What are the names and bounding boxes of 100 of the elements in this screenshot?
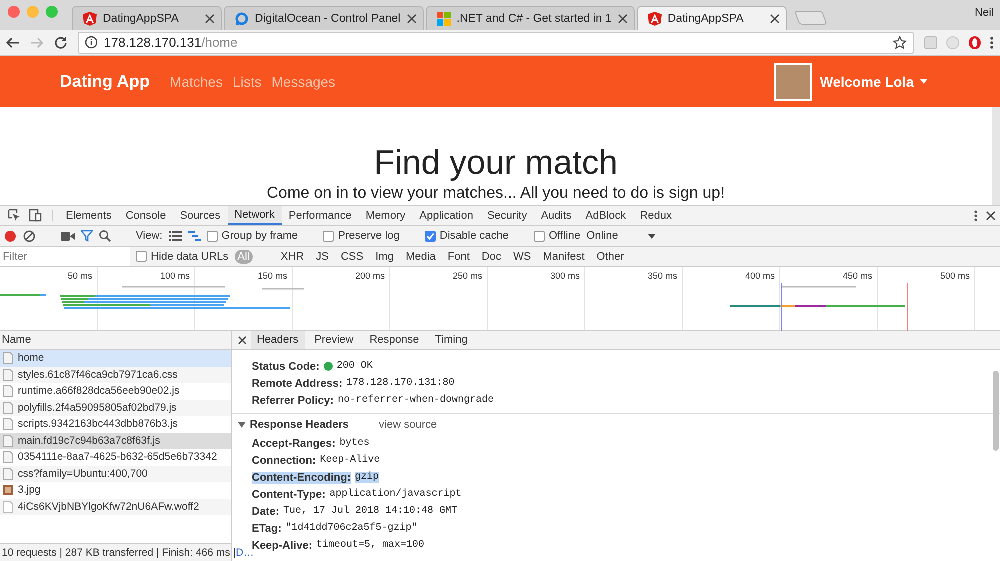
browser-tab[interactable]: DatingAppSPA [636, 6, 787, 30]
panel-tab[interactable]: Performance [282, 206, 359, 225]
checkbox-option[interactable]: Disable cache [424, 230, 509, 242]
type-filter-button[interactable]: JS [313, 250, 332, 264]
header-name: Status Code: [252, 360, 320, 372]
more-icon[interactable] [974, 210, 978, 222]
checkmark-icon [426, 232, 435, 240]
filter-field[interactable]: Filter [0, 247, 130, 266]
panel-tab[interactable]: Network [228, 206, 282, 225]
close-icon[interactable] [205, 14, 215, 24]
request-row[interactable]: runtime.a66f828dca56eeb90e02.js [0, 383, 231, 400]
image-thumbnail-icon [3, 484, 13, 496]
request-row[interactable]: scripts.9342163bc443dbb876b3.js [0, 416, 231, 432]
header-value: gzip [354, 472, 379, 483]
panel-tab[interactable]: Memory [358, 206, 413, 225]
inspect-icon[interactable] [8, 209, 21, 222]
type-filter-button[interactable]: Img [372, 250, 397, 264]
header-value: Tue, 17 Jul 2018 14:10:48 GMT [284, 506, 458, 517]
record-button[interactable] [4, 230, 17, 242]
clear-icon[interactable] [23, 230, 36, 242]
header-name: Referrer Policy: [252, 394, 334, 406]
type-filter-button[interactable]: WS [510, 250, 534, 264]
reload-icon[interactable] [54, 36, 68, 50]
header-name: Remote Address: [252, 378, 343, 390]
panel-tab[interactable]: Sources [173, 206, 228, 225]
menu-icon[interactable] [990, 36, 994, 50]
star-icon[interactable] [893, 36, 907, 50]
address-field[interactable]: 178.128.170.131/home [78, 32, 914, 54]
close-icon[interactable] [618, 14, 628, 24]
type-filter-button[interactable]: Font [444, 250, 473, 264]
request-row[interactable]: home [0, 350, 231, 366]
checkbox-option[interactable]: Offline [534, 230, 581, 242]
device-icon[interactable] [29, 209, 42, 222]
request-name: 0354111e-8aa7-4625-b632-65d5e6b73342 [18, 451, 218, 464]
opera-logo-icon[interactable] [968, 36, 982, 50]
detail-tab[interactable]: Timing [429, 331, 474, 349]
type-filter-button[interactable]: XHR [278, 250, 308, 264]
header-value: 200 OK [336, 361, 373, 372]
panel-tab[interactable]: Elements [59, 206, 119, 225]
header-value: application/javascript [330, 489, 462, 500]
file-icon [3, 451, 13, 464]
detail-tab[interactable]: Preview [308, 331, 360, 349]
caret-icon [648, 234, 656, 238]
waterfall-view-icon[interactable] [188, 231, 201, 241]
back-arrow-icon[interactable] [6, 36, 20, 50]
time-tick-label: 500 ms [940, 271, 970, 281]
request-row[interactable]: 3.jpg [0, 482, 231, 498]
detail-tab[interactable]: Headers [251, 331, 305, 349]
browser-tab[interactable]: DatingAppSPA [72, 6, 222, 30]
hero-title: Find your match [373, 143, 619, 183]
view-source-link[interactable]: view source [379, 418, 438, 430]
request-name: 3.jpg [18, 484, 41, 496]
panel-tab[interactable]: Security [480, 206, 534, 225]
profile-name[interactable]: Neil [975, 7, 994, 19]
type-filter-button[interactable]: CSS [338, 250, 367, 264]
detail-tab[interactable]: Response [364, 331, 426, 349]
scrollbar-thumb[interactable] [993, 371, 999, 451]
panel-tab[interactable]: Application [412, 206, 480, 225]
list-view-icon[interactable] [168, 231, 182, 241]
ring-logo-icon [235, 12, 249, 26]
header-name: Accept-Ranges: [252, 438, 336, 450]
close-icon[interactable] [770, 14, 780, 24]
checkbox-option[interactable]: Group by frame [206, 230, 298, 242]
request-row[interactable]: styles.61c87f46ca9cb7971ca6.css [0, 366, 231, 383]
header-name: Keep-Alive: [252, 540, 313, 552]
four-squares-logo-icon [436, 12, 451, 26]
request-row[interactable]: polyfills.2f4a59095805af02bd79.js [0, 400, 231, 416]
checkbox-option[interactable]: Preserve log [323, 230, 400, 242]
close-icon[interactable] [986, 210, 996, 220]
request-row[interactable]: 0354111e-8aa7-4625-b632-65d5e6b73342 [0, 449, 231, 466]
panel-tab[interactable]: Redux [633, 206, 679, 225]
panel-tab[interactable]: AdBlock [578, 206, 634, 225]
throttling-select[interactable]: Online [586, 230, 660, 242]
browser-tab[interactable]: .NET and C# - Get started in 1 [426, 6, 635, 30]
column-header[interactable]: Name [2, 334, 32, 346]
search-icon[interactable] [99, 230, 111, 242]
close-icon[interactable] [238, 336, 247, 344]
type-filter-button[interactable]: Other [594, 250, 628, 264]
request-name: runtime.a66f828dca56eeb90e02.js [18, 385, 180, 398]
panel-tab[interactable]: Audits [534, 206, 579, 225]
shield-logo-icon [648, 12, 662, 26]
file-icon [3, 500, 13, 513]
request-row[interactable]: css?family=Ubuntu:400,700 [0, 466, 231, 482]
request-row[interactable]: 4iCs6KVjbNBYlgoKfw72nU6AFw.woff2 [0, 498, 231, 515]
time-tick-label: 50 ms [68, 271, 92, 281]
filter-icon[interactable] [81, 230, 93, 242]
type-filter-button[interactable]: Doc [478, 250, 504, 264]
type-filter-button[interactable]: Manifest [540, 250, 588, 264]
file-icon [3, 368, 13, 381]
request-row[interactable]: main.fd19c7c94b63a7c8f63f.js [0, 432, 231, 449]
panel-tab[interactable]: Console [118, 206, 174, 225]
checkbox-option[interactable]: Hide data URLs [136, 250, 229, 262]
info-icon[interactable] [85, 36, 98, 49]
type-filter-button[interactable]: Media [402, 250, 439, 264]
section-title[interactable]: Response Headers [250, 418, 350, 430]
browser-tab[interactable]: DigitalOcean - Control Panel [224, 6, 424, 30]
disclosure-triangle-icon[interactable] [238, 422, 246, 428]
time-tick-label: 100 ms [160, 271, 190, 281]
close-icon[interactable] [406, 14, 417, 24]
video-camera-icon[interactable] [61, 230, 75, 242]
